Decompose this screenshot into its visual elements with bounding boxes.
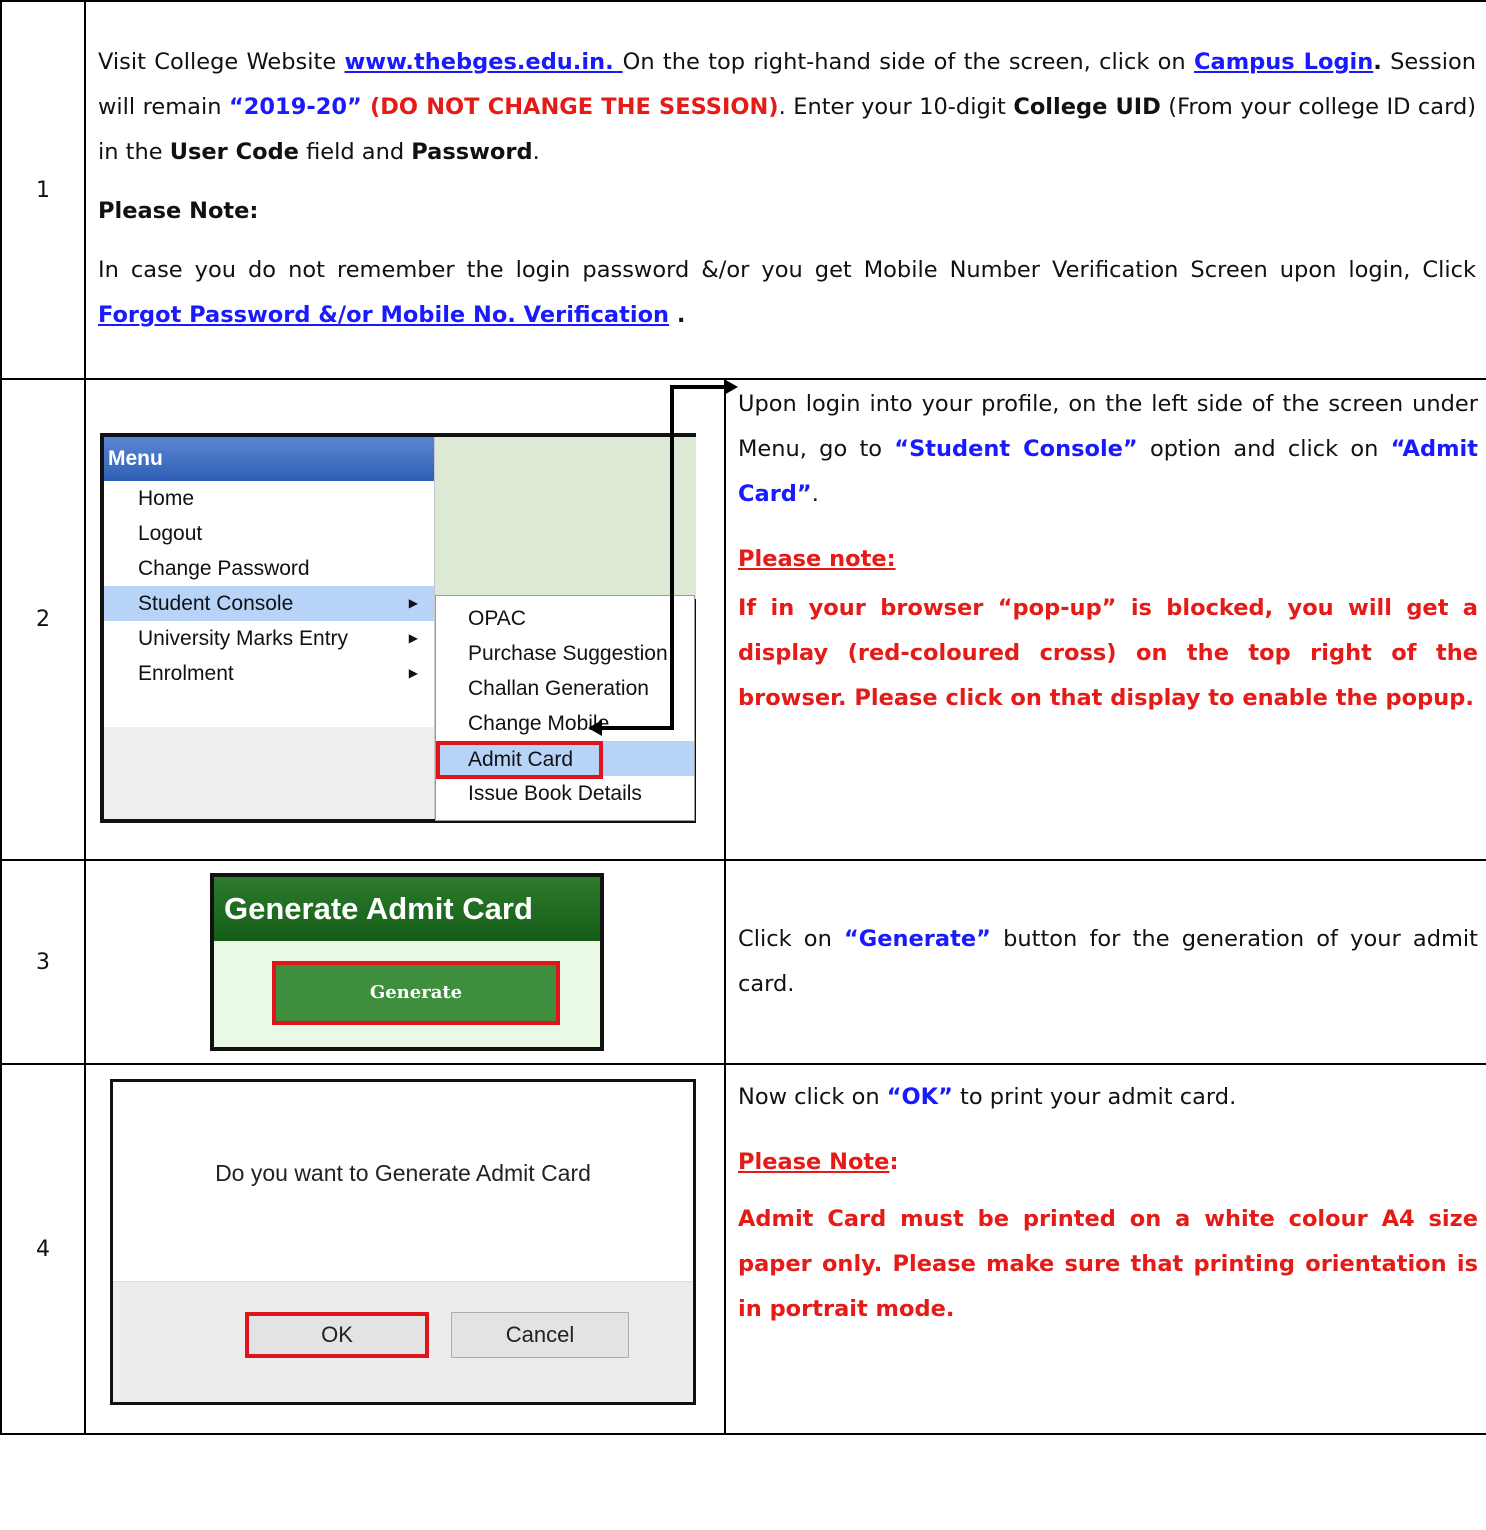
text: . [532,139,540,165]
menu-item-enrolment[interactable]: Enrolment ▶ [104,656,434,691]
arrowhead-right-icon [724,379,738,395]
submenu-item-admit-card[interactable]: Admit Card [436,741,694,779]
text: to print your admit card. [952,1084,1237,1110]
submenu-item-change-mobile[interactable]: Change Mobile [436,706,694,741]
menu-item-label: Student Console [138,592,294,615]
step-1-content: Visit College Website www.thebges.edu.in… [84,0,1486,380]
submenu-arrow-icon: ▶ [408,666,418,680]
menu-item-logout[interactable]: Logout [104,516,434,551]
text: Visit College Website [98,49,345,75]
generate-panel-screenshot: Generate Admit Card Generate [210,873,604,1051]
submenu-item-challan-generation[interactable]: Challan Generation [436,671,694,706]
cancel-button[interactable]: Cancel [451,1312,629,1358]
step-2-note-heading: Please note: [738,537,1478,582]
text: Now click on [738,1084,887,1110]
step-2-image-cell: Menu Home Logout Change Password Student… [84,378,738,861]
please-note-label: Please note: [738,546,896,572]
arrow-line [670,385,674,730]
step-2-text-cell: Upon login into your profile, on the lef… [724,378,1486,861]
step-4-instructions: Now click on “OK” to print your admit ca… [738,1075,1478,1120]
text: field and [298,139,412,165]
arrowhead-left-icon [588,720,602,736]
step-4-text-cell: Now click on “OK” to print your admit ca… [724,1063,1486,1435]
menu-list: Home Logout Change Password Student Cons… [104,481,434,727]
submenu-item-issue-book-details[interactable]: Issue Book Details [436,776,694,811]
menu-item-student-console[interactable]: Student Console ▶ [104,586,434,621]
generate-panel-title: Generate Admit Card [214,877,600,941]
session-value: “2019-20” [228,94,362,120]
menu-screenshot: Menu Home Logout Change Password Student… [100,379,738,823]
please-note-label: Please Note [738,1149,890,1175]
arrow-line [598,726,670,730]
menu-panel: Menu Home Logout Change Password Student… [104,437,435,819]
submenu-item-opac[interactable]: OPAC [436,601,694,636]
step-2-instructions: Upon login into your profile, on the lef… [738,382,1478,517]
text: . [669,302,686,328]
text: : [889,1149,899,1175]
step-number: 3 [0,859,86,1065]
generate-ref: “Generate” [844,926,991,952]
college-uid-label: College UID [1013,94,1161,120]
step-row-2: 2 Menu Home Logout Change Password Stude… [0,378,1486,861]
ok-ref: “OK” [886,1084,953,1110]
step-4-note: Admit Card must be printed on a white co… [738,1206,1478,1322]
student-console-submenu: OPAC Purchase Suggestion Challan Generat… [435,595,695,821]
step-3-text-cell: Click on “Generate” button for the gener… [724,859,1486,1065]
text: option and click on [1137,436,1391,462]
student-console-ref: “Student Console” [894,436,1138,462]
step-row-3: 3 Generate Admit Card Generate Click on … [0,859,1486,1065]
campus-login-link[interactable]: Campus Login [1194,49,1373,75]
admit-card-highlight: Admit Card [436,741,604,779]
text: Click on [738,926,845,952]
step-1-note: In case you do not remember the login pa… [98,248,1476,338]
confirm-dialog-screenshot: Do you want to Generate Admit Card OK Ca… [110,1079,696,1405]
password-label: Password [411,139,533,165]
text: . [1373,49,1382,75]
text: On the top right-hand side of the screen… [622,49,1194,75]
menu-item-label: University Marks Entry [138,627,349,650]
step-3-instructions: Click on “Generate” button for the gener… [738,917,1478,1007]
text: . Enter your 10-digit [778,94,1014,120]
dialog-footer: OK Cancel [113,1281,693,1402]
ok-button[interactable]: OK [245,1312,429,1358]
step-number: 4 [0,1063,86,1435]
user-code-label: User Code [169,139,299,165]
step-2-note: If in your browser “pop-up” is blocked, … [738,595,1478,711]
text: In case you do not remember the login pa… [98,257,1476,283]
step-row-4: 4 Do you want to Generate Admit Card OK … [0,1063,1486,1435]
submenu-arrow-icon: ▶ [408,596,418,610]
content-area [435,437,696,599]
forgot-password-link[interactable]: Forgot Password &/or Mobile No. Verifica… [98,302,669,328]
menu-header: Menu [104,437,434,481]
submenu-arrow-icon: ▶ [408,631,418,645]
step-row-1: 1 Visit College Website www.thebges.edu.… [0,0,1486,380]
menu-item-home[interactable]: Home [104,481,434,516]
step-4-image-cell: Do you want to Generate Admit Card OK Ca… [84,1063,726,1435]
session-warning: (DO NOT CHANGE THE SESSION) [361,94,779,120]
menu-item-university-marks-entry[interactable]: University Marks Entry ▶ [104,621,434,656]
step-number: 1 [0,0,86,380]
step-3-image-cell: Generate Admit Card Generate [84,859,726,1065]
arrow-line [670,385,730,389]
step-4-note-heading: Please Note: [738,1140,1478,1185]
instructions-table: 1 Visit College Website www.thebges.edu.… [0,0,1486,1435]
college-website-link[interactable]: www.thebges.edu.in. [345,49,623,75]
step-number: 2 [0,378,86,861]
text: . [811,481,819,507]
dialog-question: Do you want to Generate Admit Card [215,1160,591,1186]
step-1-instructions: Visit College Website www.thebges.edu.in… [98,40,1476,175]
menu-item-change-password[interactable]: Change Password [104,551,434,586]
please-note-heading: Please Note: [98,198,259,224]
menu-item-label: Enrolment [138,662,234,685]
submenu-item-purchase-suggestion[interactable]: Purchase Suggestion [436,636,694,671]
generate-button[interactable]: Generate [272,961,560,1025]
